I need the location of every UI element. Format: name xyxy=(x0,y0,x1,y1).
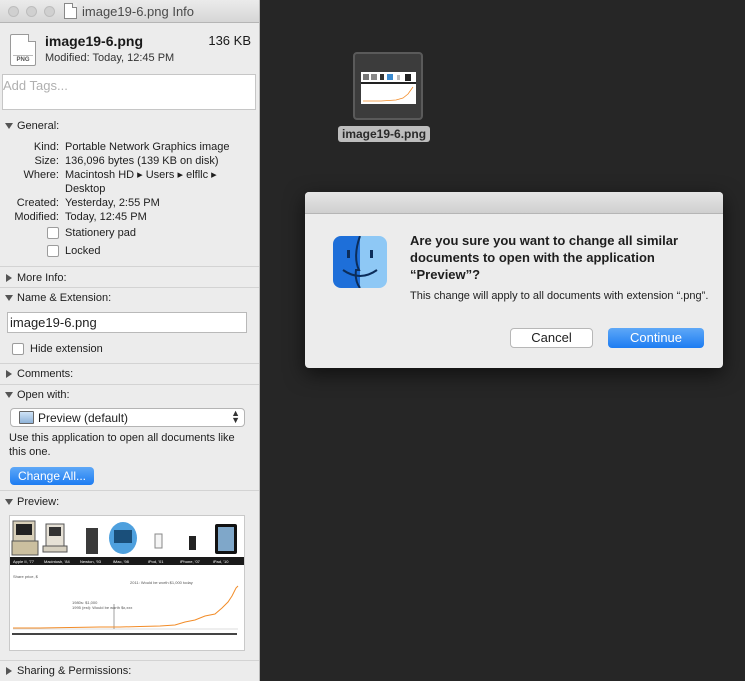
disclosure-open-icon xyxy=(5,123,13,129)
sharing-toggle[interactable]: Sharing & Permissions: xyxy=(0,663,259,679)
zoom-window-button[interactable] xyxy=(44,6,55,17)
size-key: Size: xyxy=(34,155,59,167)
preview-chart-annotation: 1995 (est): Would be worth $x,xxx xyxy=(72,605,132,610)
open-with-popup[interactable]: Preview (default) ▲ ▼ xyxy=(10,408,245,427)
preview-caption: iPhone, '07 xyxy=(180,559,201,564)
document-icon xyxy=(64,3,77,19)
file-name: image19-6.png xyxy=(45,33,144,49)
open-with-selected: Preview (default) xyxy=(38,410,129,425)
file-size: 136 KB xyxy=(208,33,251,48)
info-panel: image19-6.png Info PNG image19-6.png 136… xyxy=(0,0,260,681)
preview-caption: iPad, '10 xyxy=(213,559,229,564)
open-with-section: Open with: xyxy=(0,387,259,403)
info-titlebar: image19-6.png Info xyxy=(0,0,259,23)
preview-caption: iPod, '01 xyxy=(148,559,164,564)
preview-caption: iMac, '98 xyxy=(113,559,130,564)
change-all-button[interactable]: Change All... xyxy=(10,467,94,485)
desktop-file-thumbnail xyxy=(361,72,416,104)
disclosure-open-icon xyxy=(5,392,13,398)
divider xyxy=(0,490,259,491)
created-key: Created: xyxy=(16,197,59,209)
general-label: General: xyxy=(17,120,60,132)
kind-key: Kind: xyxy=(33,141,59,153)
preview-app-icon xyxy=(19,411,34,424)
tags-placeholder: Add Tags... xyxy=(3,78,68,93)
desktop-file-icon[interactable] xyxy=(353,52,423,120)
tags-field[interactable]: Add Tags... xyxy=(2,74,256,110)
open-with-note: Use this application to open all documen… xyxy=(9,432,235,458)
dialog-info: This change will apply to all documents … xyxy=(410,290,709,302)
preview-caption: Apple II, '77 xyxy=(13,559,35,564)
minimize-window-button[interactable] xyxy=(26,6,37,17)
divider xyxy=(0,266,259,267)
locked-checkbox[interactable]: Locked xyxy=(47,245,100,257)
name-extension-toggle[interactable]: Name & Extension: xyxy=(0,290,259,306)
locked-label: Locked xyxy=(65,245,101,257)
sharing-section: Sharing & Permissions: xyxy=(0,663,259,679)
general-section: General: xyxy=(0,118,259,134)
size-value: 136,096 bytes (139 KB on disk) xyxy=(65,155,219,167)
modified-key: Modified: xyxy=(14,211,59,223)
preview-image: Apple II, '77 Macintosh, '84 Newton, '93… xyxy=(9,515,245,651)
comments-toggle[interactable]: Comments: xyxy=(0,366,259,382)
checkbox-box[interactable] xyxy=(12,343,24,355)
sharing-label: Sharing & Permissions: xyxy=(17,665,132,677)
comments-section: Comments: xyxy=(0,366,259,382)
cancel-button[interactable]: Cancel xyxy=(510,328,593,348)
dialog-titlebar xyxy=(305,192,723,214)
window-title: image19-6.png Info xyxy=(64,3,194,19)
finder-icon xyxy=(333,236,387,288)
confirm-dialog: Are you sure you want to change all simi… xyxy=(305,192,723,368)
where-key: Where: xyxy=(23,169,59,181)
close-window-button[interactable] xyxy=(8,6,19,17)
continue-button[interactable]: Continue xyxy=(608,328,704,348)
file-header: PNG image19-6.png 136 KB Modified: Today… xyxy=(0,30,259,72)
where-value: Macintosh HD ▸ Users ▸ elfllc ▸ Desktop xyxy=(65,169,217,195)
dialog-question: Are you sure you want to change all simi… xyxy=(410,233,679,282)
disclosure-open-icon xyxy=(5,295,13,301)
png-file-icon-label: PNG xyxy=(13,55,33,63)
preview-chart-annotation: 2011: Would be worth $1,000 today xyxy=(130,580,193,585)
more-info-label: More Info: xyxy=(17,272,67,284)
checkbox-box[interactable] xyxy=(47,227,59,239)
open-with-label: Open with: xyxy=(17,389,70,401)
window-title-text: image19-6.png Info xyxy=(82,3,195,19)
preview-toggle[interactable]: Preview: xyxy=(0,494,259,510)
preview-section: Preview: xyxy=(0,494,259,510)
comments-label: Comments: xyxy=(17,368,74,380)
hide-extension-label: Hide extension xyxy=(30,343,103,355)
divider xyxy=(0,287,259,288)
modified-value: Today, 12:45 PM xyxy=(65,211,147,223)
hide-extension-checkbox[interactable]: Hide extension xyxy=(12,343,103,355)
preview-caption: Newton, '93 xyxy=(80,559,102,564)
popup-arrows-icon: ▲ ▼ xyxy=(231,408,240,425)
divider xyxy=(0,384,259,385)
more-info-toggle[interactable]: More Info: xyxy=(0,270,259,286)
divider xyxy=(0,660,259,661)
name-extension-section: Name & Extension: xyxy=(0,290,259,306)
open-with-toggle[interactable]: Open with: xyxy=(0,387,259,403)
preview-chart-label: Share price, $ xyxy=(13,574,39,579)
file-name-field[interactable]: image19-6.png xyxy=(7,312,247,333)
disclosure-closed-icon xyxy=(6,370,12,378)
general-toggle[interactable]: General: xyxy=(0,118,259,134)
preview-thumbnail: Apple II, '77 Macintosh, '84 Newton, '93… xyxy=(10,520,244,636)
stationery-pad-checkbox[interactable]: Stationery pad xyxy=(47,227,136,239)
kind-value: Portable Network Graphics image xyxy=(65,141,230,153)
name-extension-label: Name & Extension: xyxy=(17,292,112,304)
png-file-icon: PNG xyxy=(10,34,36,66)
disclosure-closed-icon xyxy=(6,667,12,675)
preview-caption: Macintosh, '84 xyxy=(44,559,70,564)
created-value: Yesterday, 2:55 PM xyxy=(65,197,160,209)
desktop-file-label[interactable]: image19-6.png xyxy=(338,126,431,142)
checkbox-box[interactable] xyxy=(47,245,59,257)
preview-label: Preview: xyxy=(17,496,60,508)
modified-date: Modified: Today, 12:45 PM xyxy=(45,52,175,64)
more-info-section: More Info: xyxy=(0,270,259,286)
divider xyxy=(0,363,259,364)
stationery-pad-label: Stationery pad xyxy=(65,227,136,239)
disclosure-open-icon xyxy=(5,499,13,505)
disclosure-closed-icon xyxy=(6,274,12,282)
